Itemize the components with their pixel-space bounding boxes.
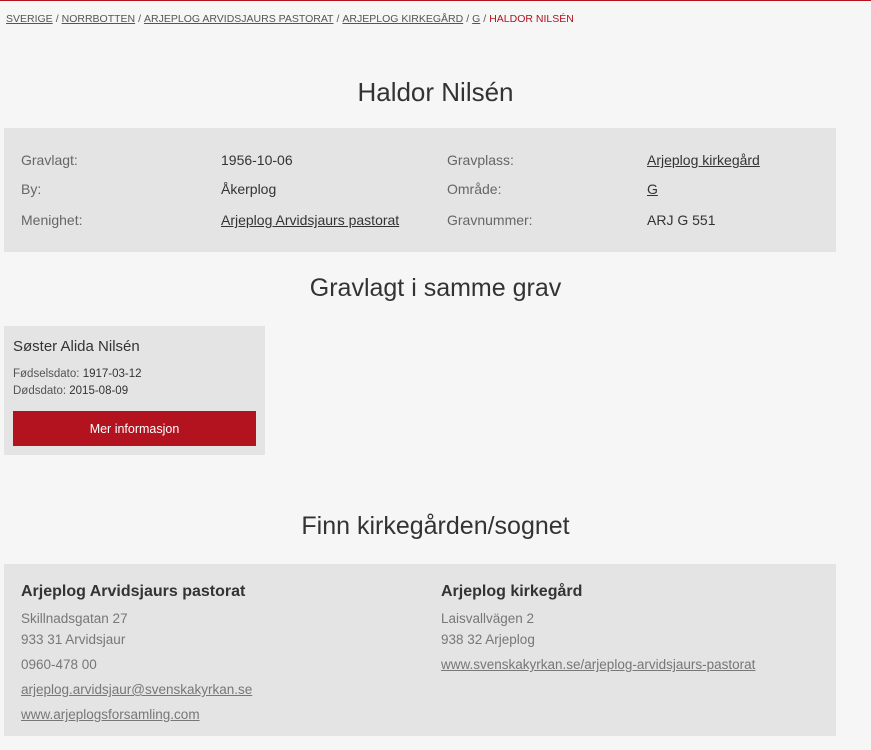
same-grave-heading: Gravlagt i samme grav [309, 274, 562, 302]
find-heading: Finn kirkegården/sognet [301, 512, 570, 540]
death-date: Dødsdato: 2015-08-09 [13, 385, 128, 397]
menighet-label: Menighet: [21, 212, 83, 228]
parish-city: 933 31 Arvidsjaur [21, 632, 126, 647]
cemetery-street: Laisvallvägen 2 [441, 611, 535, 626]
birth-label: Fødselsdato: [13, 368, 80, 380]
gravnummer-label: Gravnummer: [447, 212, 533, 228]
person-name: Søster Alida Nilsén [13, 338, 140, 355]
by-value: Åkerplog [221, 181, 277, 197]
breadcrumb-item-pastorat[interactable]: ARJEPLOG ARVIDSJAURS PASTORAT [144, 13, 333, 25]
breadcrumb-item-kirkegard[interactable]: ARJEPLOG KIRKEGÅRD [342, 13, 463, 25]
more-info-button[interactable]: Mer informasjon [13, 411, 256, 446]
gravplass-link[interactable]: Arjeplog kirkegård [647, 152, 760, 168]
person-card: Søster Alida Nilsén Fødselsdato: 1917-03… [4, 326, 265, 455]
cemetery-website-link[interactable]: www.svenskakyrkan.se/arjeplog-arvidsjaur… [441, 657, 755, 672]
gravplass-label: Gravplass: [447, 152, 514, 168]
parish-email-link[interactable]: arjeplog.arvidsjaur@svenskakyrkan.se [21, 682, 252, 697]
omrade-link[interactable]: G [647, 181, 658, 197]
breadcrumb-separator: / [138, 13, 142, 25]
gravlagt-label: Gravlagt: [21, 152, 78, 168]
parish-phone: 0960-478 00 [21, 657, 97, 672]
omrade-label: Område: [447, 181, 502, 197]
breadcrumb-separator: / [55, 13, 59, 25]
breadcrumb-item-norrbotten[interactable]: NORRBOTTEN [62, 13, 136, 25]
breadcrumb-separator: / [466, 13, 470, 25]
breadcrumb-separator: / [483, 13, 487, 25]
birth-date: Fødselsdato: 1917-03-12 [13, 368, 142, 380]
birth-value: 1917-03-12 [82, 368, 142, 380]
grave-info-panel: Gravlagt: 1956-10-06 Gravplass: Arjeplog… [4, 128, 836, 252]
death-label: Dødsdato: [13, 385, 67, 397]
menighet-link[interactable]: Arjeplog Arvidsjaurs pastorat [221, 212, 399, 228]
by-label: By: [21, 181, 42, 197]
breadcrumb-current: HALDOR NILSÉN [489, 13, 574, 25]
breadcrumb-item-sverige[interactable]: SVERIGE [6, 13, 53, 25]
info-row: Menighet: Arjeplog Arvidsjaurs pastorat … [4, 212, 836, 232]
gravnummer-value: ARJ G 551 [647, 212, 716, 228]
cemetery-name: Arjeplog kirkegård [441, 583, 583, 600]
page-title: Haldor Nilsén [357, 77, 514, 107]
parish-name: Arjeplog Arvidsjaurs pastorat [21, 583, 246, 600]
info-row: By: Åkerplog Område: G [4, 181, 836, 201]
gravlagt-value: 1956-10-06 [221, 152, 293, 168]
parish-website-link[interactable]: www.arjeplogsforsamling.com [21, 707, 200, 722]
death-value: 2015-08-09 [69, 385, 129, 397]
breadcrumb-separator: / [336, 13, 340, 25]
parish-street: Skillnadsgatan 27 [21, 611, 128, 626]
find-panel: Arjeplog Arvidsjaurs pastorat Skillnadsg… [4, 564, 836, 736]
cemetery-city: 938 32 Arjeplog [441, 632, 535, 647]
breadcrumb: SVERIGE / NORRBOTTEN / ARJEPLOG ARVIDSJAURS … [6, 13, 574, 25]
breadcrumb-item-omrade[interactable]: G [472, 13, 480, 25]
info-row: Gravlagt: 1956-10-06 Gravplass: Arjeplog… [4, 152, 836, 172]
